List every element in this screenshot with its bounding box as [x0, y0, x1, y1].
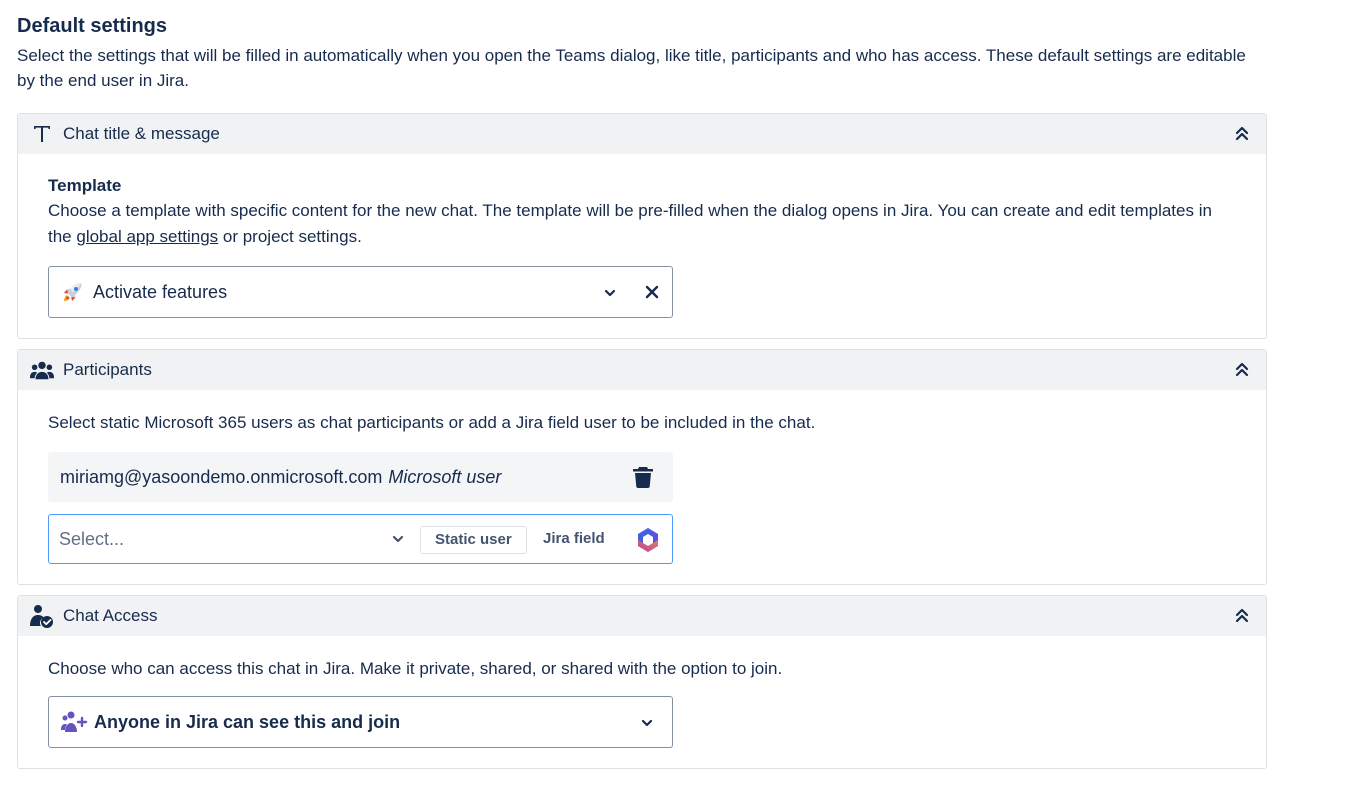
people-add-icon — [61, 710, 89, 734]
jira-field-toggle[interactable]: Jira field — [543, 526, 605, 552]
chat-title-panel: Chat title & message Template Choose a t… — [17, 113, 1267, 339]
page-description: Select the settings that will be filled … — [17, 46, 1246, 90]
chat-access-panel: Chat Access Choose who can access this c… — [17, 595, 1267, 769]
template-help: Choose a template with specific content … — [48, 198, 1236, 250]
participant-row: miriamg@yasoondemo.onmicrosoft.com Micro… — [48, 452, 673, 502]
chevron-down-icon[interactable] — [640, 716, 654, 730]
rocket-icon — [61, 280, 85, 304]
participants-panel-title: Participants — [63, 360, 152, 379]
collapse-chevrons-icon[interactable] — [1232, 360, 1252, 380]
collapse-chevrons-icon[interactable] — [1232, 124, 1252, 144]
global-app-settings-link[interactable]: global app settings — [76, 227, 218, 246]
template-help-after: or project settings. — [222, 227, 362, 246]
clear-icon[interactable] — [644, 284, 660, 300]
template-label: Template — [48, 176, 122, 195]
chevron-down-icon[interactable] — [603, 286, 617, 300]
chat-access-select[interactable]: Anyone in Jira can see this and join — [48, 696, 673, 748]
microsoft-365-icon — [634, 526, 662, 554]
text-t-icon — [30, 122, 54, 146]
chat-title-panel-header[interactable]: Chat title & message — [18, 114, 1266, 154]
template-select[interactable]: Activate features — [48, 266, 673, 318]
default-settings-page: Default settings Select the settings tha… — [0, 0, 1284, 769]
participant-type: Microsoft user — [388, 466, 502, 487]
participant-email: miriamg@yasoondemo.onmicrosoft.com — [60, 466, 383, 487]
participants-help: Select static Microsoft 365 users as cha… — [48, 413, 816, 432]
chat-access-value: Anyone in Jira can see this and join — [94, 711, 401, 732]
static-user-toggle[interactable]: Static user — [420, 526, 527, 554]
participant-picker[interactable]: Select... Static user Jira field — [48, 514, 673, 564]
chat-access-panel-header[interactable]: Chat Access — [18, 596, 1266, 636]
chat-title-panel-title: Chat title & message — [63, 124, 220, 143]
chat-access-panel-title: Chat Access — [63, 606, 158, 625]
participant-picker-placeholder: Select... — [59, 528, 125, 549]
page-title: Default settings — [17, 15, 168, 37]
participants-panel: Participants Select static Microsoft 365… — [17, 349, 1267, 585]
people-group-icon — [30, 358, 54, 382]
chat-access-help: Choose who can access this chat in Jira.… — [48, 659, 783, 678]
trash-icon[interactable] — [633, 466, 653, 488]
person-check-icon — [30, 604, 54, 628]
participants-panel-header[interactable]: Participants — [18, 350, 1266, 390]
collapse-chevrons-icon[interactable] — [1232, 606, 1252, 626]
template-value: Activate features — [93, 281, 228, 302]
chevron-down-icon[interactable] — [391, 532, 405, 546]
